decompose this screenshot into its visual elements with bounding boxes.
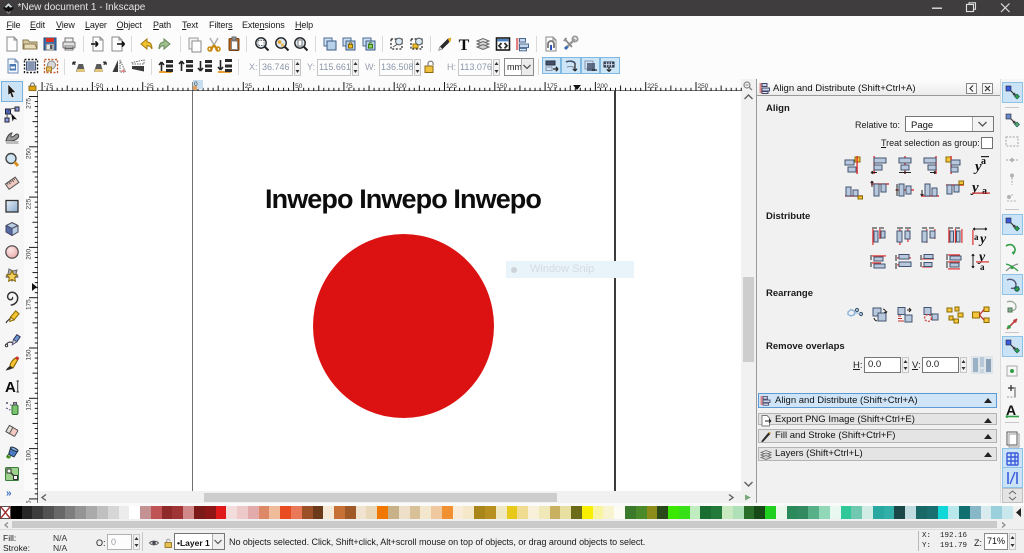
svg-text:75: 75 (345, 83, 353, 90)
svg-text:a: a (982, 186, 987, 197)
svg-text:125: 125 (26, 399, 33, 410)
svg-text:175: 175 (547, 83, 558, 90)
svg-text:275: 275 (26, 98, 33, 109)
svg-text:100: 100 (26, 450, 33, 461)
svg-text:250: 250 (698, 83, 709, 90)
svg-text:150: 150 (496, 83, 507, 90)
svg-text:150: 150 (26, 349, 33, 360)
svg-text:-75: -75 (44, 83, 54, 90)
svg-text:250: 250 (26, 148, 33, 159)
svg-text:175: 175 (26, 299, 33, 310)
svg-text:225: 225 (647, 83, 658, 90)
svg-text:a: a (980, 262, 985, 272)
svg-text:-50: -50 (94, 83, 104, 90)
svg-text:100: 100 (396, 83, 407, 90)
svg-text:225: 225 (26, 198, 33, 209)
svg-text:y: y (978, 232, 987, 247)
svg-text:50: 50 (295, 83, 303, 90)
svg-text:A: A (5, 379, 16, 396)
svg-text:a: a (974, 232, 979, 242)
svg-text:200: 200 (26, 249, 33, 260)
svg-text:a: a (981, 156, 986, 167)
svg-text:125: 125 (446, 83, 457, 90)
svg-text:T: T (459, 37, 470, 54)
svg-text:200: 200 (597, 83, 608, 90)
svg-text:-25: -25 (144, 83, 154, 90)
svg-text:25: 25 (245, 83, 253, 90)
